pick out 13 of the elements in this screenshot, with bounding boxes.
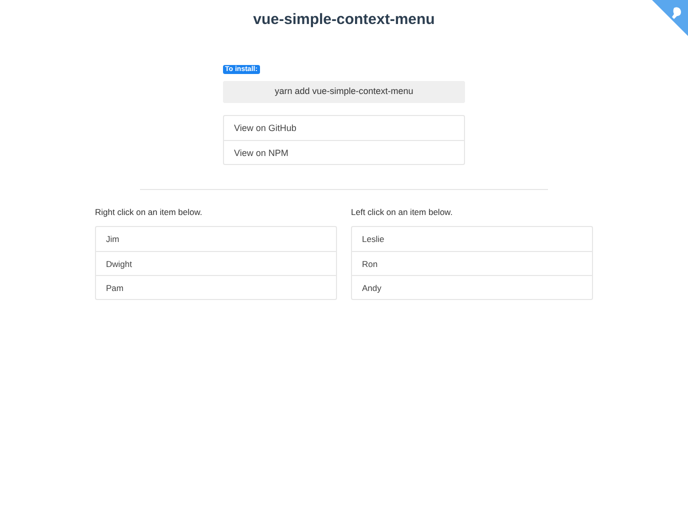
list-item[interactable]: Dwight [96, 251, 336, 275]
page-title: vue-simple-context-menu [253, 11, 435, 29]
list-caption: Left click on an item below. [351, 206, 454, 219]
list-item[interactable]: Leslie [352, 227, 592, 251]
corner-ribbon-icon[interactable] [652, 0, 688, 36]
list-item[interactable]: Andy [352, 275, 592, 299]
link-item[interactable]: View on NPM [224, 140, 464, 164]
list-item[interactable]: Jim [96, 227, 336, 251]
list-caption: Right click on an item below. [95, 206, 204, 219]
link-item[interactable]: View on GitHub [224, 116, 464, 140]
list-item[interactable]: Ron [352, 251, 592, 275]
install-command: yarn add vue-simple-context-menu [223, 81, 465, 103]
list-item[interactable]: Pam [96, 275, 336, 299]
